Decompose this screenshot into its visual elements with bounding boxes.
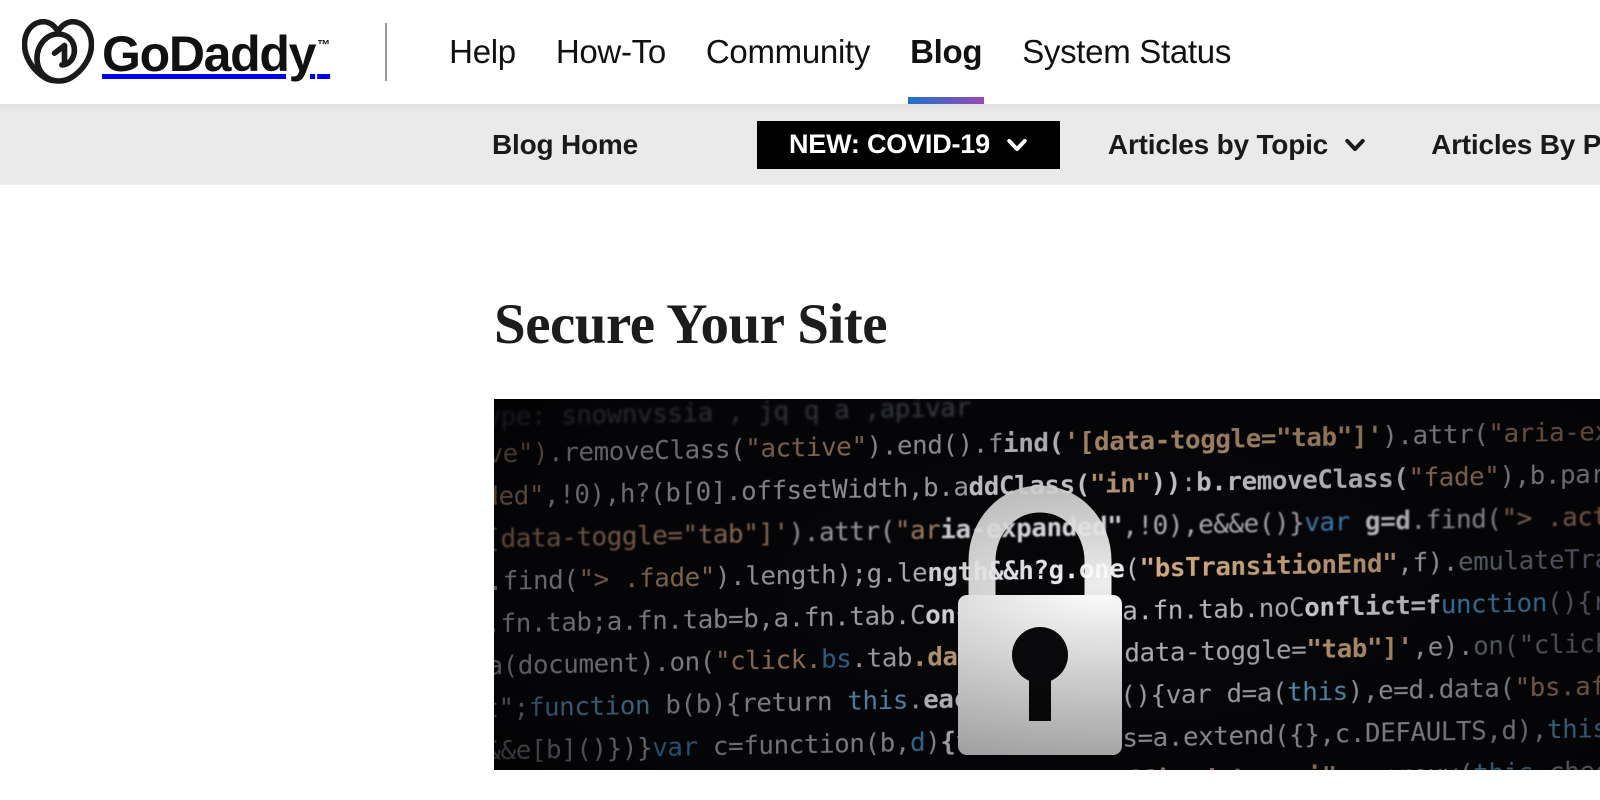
articles-by-topic-label: Articles by Topic	[1107, 128, 1329, 160]
articles-by-product-dropdown[interactable]: Articles By Product	[1431, 129, 1600, 161]
blog-home-label: Blog Home	[492, 128, 638, 160]
sidebar-item-blog-home[interactable]: Blog Home	[492, 129, 638, 161]
hero-image: type: snownvssia , jq q a ,apivar ive").…	[494, 398, 1600, 770]
active-tab-underline	[908, 97, 985, 104]
godaddy-logo-link[interactable]: GoDaddy ™	[21, 0, 331, 104]
nav-item-how-to[interactable]: How-To	[536, 0, 686, 104]
godaddy-heart-logo-icon	[21, 18, 95, 85]
nav-item-community[interactable]: Community	[686, 0, 890, 104]
covid-19-dropdown-button[interactable]: NEW: COVID-19	[756, 120, 1060, 169]
nav-item-system-status-label: System Status	[1022, 33, 1232, 70]
article-container: Secure Your Site type: snownvssia , jq q…	[0, 185, 1600, 770]
nav-item-how-to-label: How-To	[555, 33, 666, 70]
primary-header: GoDaddy ™ Help How-To Community Blog Syst…	[0, 0, 1600, 104]
nav-item-help-label: Help	[449, 33, 516, 70]
covid-19-label: NEW: COVID-19	[788, 129, 990, 159]
articles-by-topic-dropdown[interactable]: Articles by Topic	[1108, 129, 1366, 161]
nav-item-community-label: Community	[705, 33, 871, 70]
page-title: Secure Your Site	[494, 293, 888, 356]
secondary-navigation: Blog Home NEW: COVID-19 Articles by Topi…	[0, 104, 1600, 185]
chevron-down-icon	[1006, 134, 1028, 156]
godaddy-wordmark: GoDaddy ™	[102, 26, 331, 82]
nav-item-system-status[interactable]: System Status	[1002, 0, 1251, 104]
header-divider	[385, 23, 388, 81]
nav-item-help[interactable]: Help	[429, 0, 536, 104]
nav-item-blog[interactable]: Blog	[890, 0, 1002, 104]
articles-by-product-label: Articles By Product	[1431, 128, 1600, 160]
nav-item-blog-label: Blog	[910, 33, 983, 70]
chevron-down-icon	[1344, 134, 1366, 156]
primary-navigation: Help How-To Community Blog System Status	[429, 0, 1251, 104]
trademark-symbol: ™	[317, 37, 331, 52]
code-background: type: snownvssia , jq q a ,apivar ive").…	[494, 399, 1600, 770]
